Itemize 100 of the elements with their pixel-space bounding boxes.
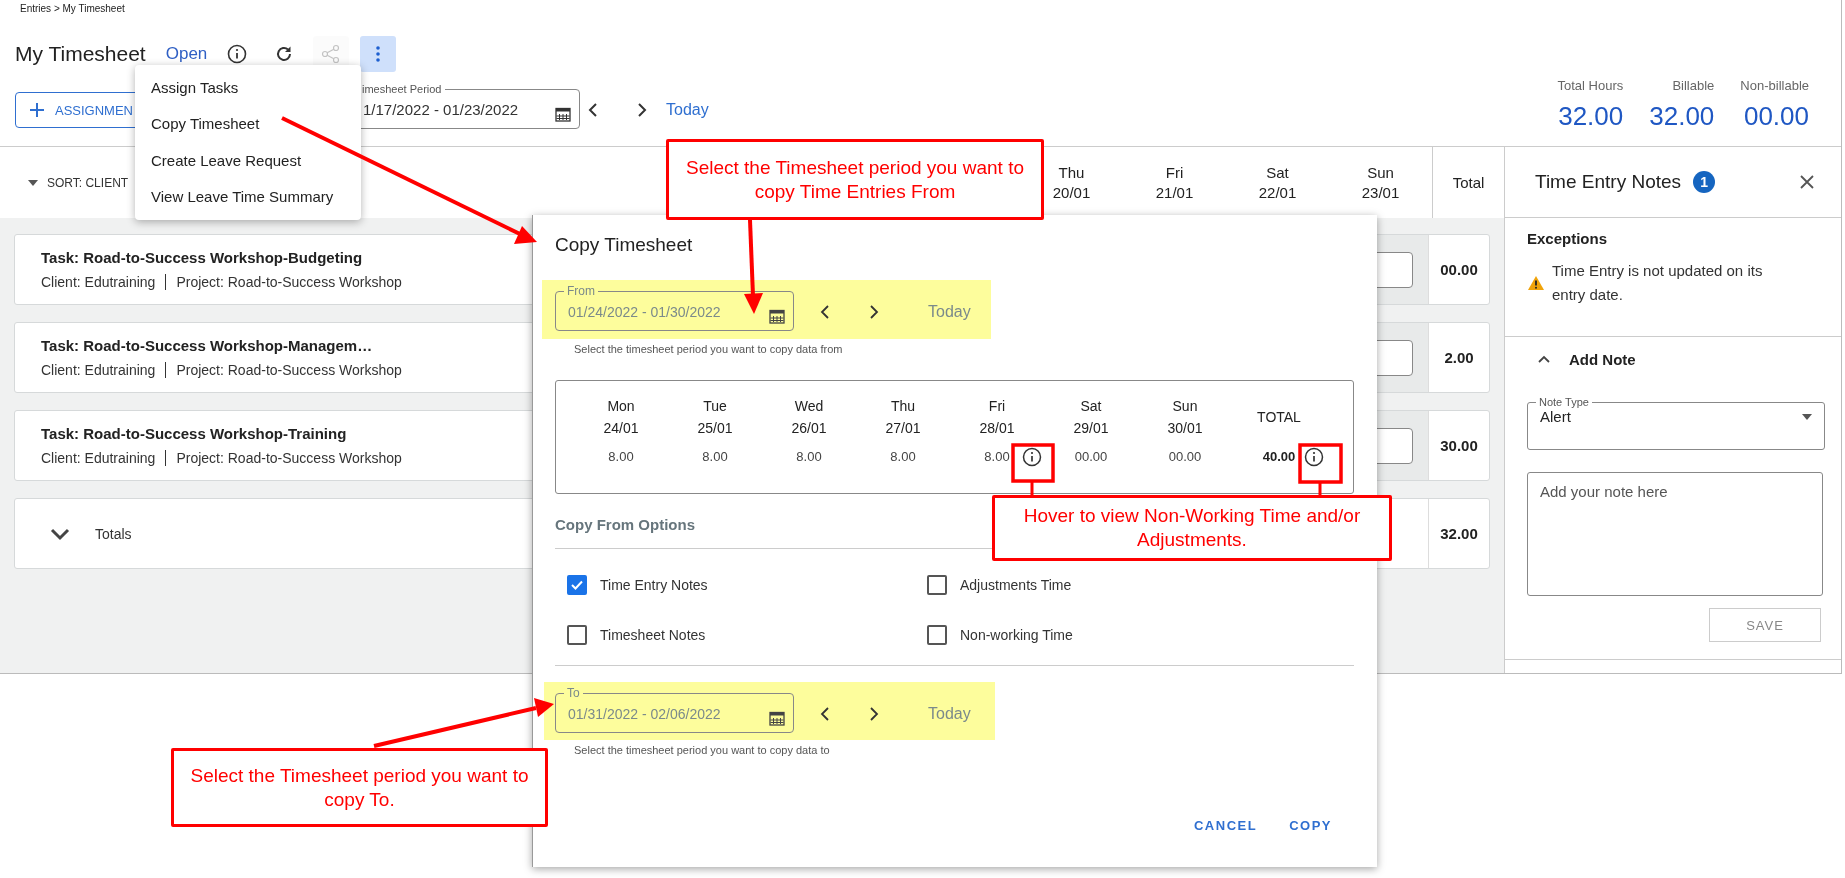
day-header: Sat 29/01 [1073,397,1109,438]
chevron-right-icon [868,304,880,320]
day-hours: 8.00 [608,449,634,464]
summary-label: Billable [1672,78,1715,93]
info-icon [227,44,248,64]
checkbox[interactable] [567,625,587,645]
day-hours: 00.00 [1168,449,1202,464]
section-title: Copy From Options [555,516,695,534]
cancel-button[interactable]: CANCEL [1194,815,1258,835]
total-header: TOTAL [1257,408,1301,427]
calendar-icon [769,308,785,324]
chevron-up-icon[interactable] [1537,354,1551,364]
task-total: 2.00 [1428,323,1489,392]
grand-total: 32.00 [1428,499,1489,568]
warning-icon [1527,275,1545,291]
task-title: Task: Road-to-Success Workshop-Budgeting [41,249,363,266]
status-label: Open [165,44,208,64]
info-icon[interactable] [1304,447,1324,467]
checkbox[interactable] [927,625,947,645]
checkbox-label: Timesheet Notes [600,627,706,643]
task-title: Task: Road-to-Success Workshop-Managem… [41,337,373,354]
chevron-right-icon [868,706,880,722]
today-link[interactable]: Today [928,695,971,733]
helper-text: Select the timesheet period you want to copy data from [574,342,843,356]
menu-item[interactable]: Create Leave Request [135,142,361,179]
field-label: Note Type [1538,396,1590,408]
day-header: Thu 27/01 [885,397,921,438]
project-label: Project: Road-to-Success Workshop [176,450,402,466]
day-header: Mon 24/01 [603,397,639,438]
task-total: 00.00 [1428,235,1489,304]
checkmark-icon [570,578,584,592]
day-hours: 8.00 [702,449,728,464]
client-label: Client: Edutraining [41,362,156,378]
summary-value: 00.00 [1743,101,1809,132]
sort-label[interactable]: SORT: CLIENT [47,175,129,190]
client-label: Client: Edutraining [41,274,156,290]
summary-value: 32.00 [1649,101,1715,132]
chevron-right-icon [636,102,648,118]
day-hours: 8.00 [984,449,1010,464]
date-range-field[interactable]: To 01/31/2022 - 02/06/2022 [555,687,794,733]
callout-text: Select the Timesheet period you want to copy To. [189,763,530,812]
today-link[interactable]: Today [666,101,709,119]
highlight-frame [1298,443,1343,484]
summary-label: Non-billable [1740,78,1809,93]
note-field[interactable]: Add your note here [1527,472,1823,596]
summary-label: Total Hours [1557,78,1624,93]
field-label: imesheet Period [361,83,443,95]
field-label: From [566,285,596,297]
totals-label: Totals [95,525,132,542]
page-title: My Timesheet [15,42,146,66]
chevron-left-icon [819,706,831,722]
day-hours: 00.00 [1074,449,1108,464]
section-title: Exceptions [1527,230,1609,247]
day-hours: 8.00 [796,449,822,464]
checkbox-label: Non-working Time [960,627,1073,643]
highlight-frame [1011,443,1055,483]
day-header: Fri 21/01 [1154,162,1195,203]
day-header: Wed 26/01 [791,397,827,438]
checkbox[interactable] [567,575,587,595]
summary-value: 32.00 [1558,101,1624,132]
project-label: Project: Road-to-Success Workshop [176,362,402,378]
day-header: Sun 23/01 [1360,162,1401,203]
callout-text: Hover to view Non-Working Time and/or Adjustments. [1022,504,1362,552]
day-header: Sun 30/01 [1167,397,1203,438]
copy-button[interactable]: COPY [1289,815,1332,835]
client-label: Client: Edutraining [41,450,156,466]
dialog-title: Copy Timesheet [555,233,693,257]
chevron-left-icon [819,304,831,320]
project-label: Project: Road-to-Success Workshop [176,274,402,290]
breadcrumb: Entries > My Timesheet [19,2,126,14]
plus-icon [29,102,45,118]
count-badge: 1 [1693,171,1716,193]
checkbox-label: Time Entry Notes [600,577,708,593]
more-button[interactable] [360,36,397,72]
day-header: Sat 22/01 [1257,162,1298,203]
section-title: Add Note [1569,350,1636,368]
checkbox-label: Adjustments Time [960,577,1072,593]
day-header: Fri 28/01 [979,397,1015,438]
field-label: To [566,687,581,699]
calendar-icon [769,710,785,726]
panel-title: Time Entry Notes [1535,171,1682,193]
note-type-dropdown[interactable]: Note Type Alert [1527,396,1825,450]
day-hours: 8.00 [890,449,916,464]
helper-text: Select the timesheet period you want to copy data to [574,743,830,757]
today-link[interactable]: Today [928,293,971,331]
chevron-left-icon [587,102,599,118]
caret-icon [1802,413,1812,420]
chevron-down-icon[interactable] [49,526,71,541]
more-icon [376,46,381,62]
caret-icon [27,178,39,187]
info-icon[interactable] [1022,447,1042,467]
day-header: Tue 25/01 [697,397,733,438]
checkbox[interactable] [927,575,947,595]
calendar-icon [555,106,571,122]
task-title: Task: Road-to-Success Workshop-Training [41,425,347,442]
week-total: 40.00 [1262,449,1296,464]
close-icon [1799,174,1815,190]
menu-item[interactable]: View Leave Time Summary [135,178,361,215]
task-total: 30.00 [1428,411,1489,480]
share-icon [321,44,342,64]
